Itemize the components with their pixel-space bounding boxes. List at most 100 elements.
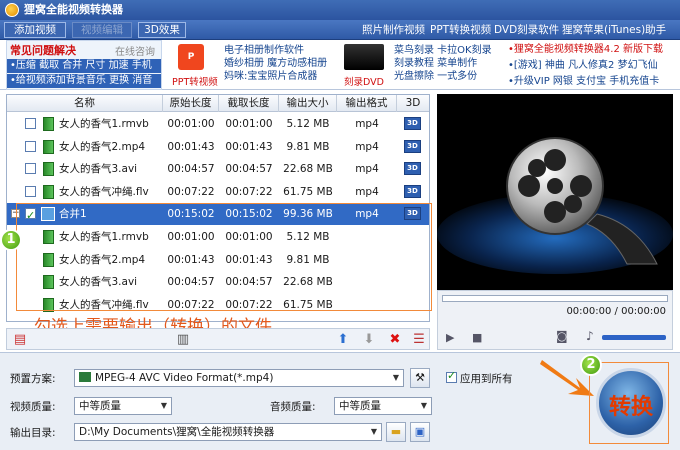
time-display: 00:00:00 / 00:00:00: [566, 306, 666, 317]
delete-icon[interactable]: ✖: [387, 332, 403, 348]
table-row[interactable]: 女人的香气冲绳.flv 00:07:22 00:07:22 61.75 MB mp4 3D: [7, 181, 429, 203]
subtitle-icon[interactable]: ▤: [12, 332, 28, 348]
row-format: mp4: [355, 185, 379, 198]
ppt-video-promo[interactable]: P PPT转视频: [172, 44, 218, 88]
audio-quality-value: 中等质量: [339, 400, 381, 412]
ad-link[interactable]: •[游戏] 神曲 凡人修真2 梦幻飞仙: [508, 58, 680, 74]
row-size: 22.68 MB: [283, 163, 333, 176]
row-cut: 00:07:22: [225, 185, 273, 198]
row-cut: 00:04:57: [225, 163, 273, 176]
row-size: 9.81 MB: [286, 140, 330, 153]
col-header-size[interactable]: 输出大小: [279, 95, 337, 112]
online-consult-link[interactable]: 在线咨询: [115, 43, 155, 58]
output-dir-select[interactable]: D:\My Documents\狸窝\全能视频转换器 ▼: [74, 423, 382, 441]
video-file-icon: [43, 139, 54, 154]
3d-toggle-icon[interactable]: 3D: [404, 184, 421, 198]
preset-select[interactable]: MPEG-4 AVC Video Format(*.mp4) ▼: [74, 369, 404, 387]
ad-link[interactable]: 电子相册制作软件: [224, 44, 327, 57]
dvd-logo-icon: [344, 44, 384, 70]
ad-link[interactable]: •狸窝全能视频转换器4.2 新版下载: [508, 42, 680, 58]
volume-slider[interactable]: [602, 335, 666, 340]
col-header-cut[interactable]: 截取长度: [219, 95, 279, 112]
link-ppt-video[interactable]: PPT转换视频: [430, 22, 491, 38]
row-name: 女人的香气1.rmvb: [59, 118, 149, 130]
browse-folder-button[interactable]: ▬: [386, 422, 406, 442]
volume-icon[interactable]: ♪: [586, 329, 594, 343]
audio-quality-label: 音频质量:: [270, 401, 316, 413]
col-header-format[interactable]: 输出格式: [337, 95, 397, 112]
ad-link[interactable]: 妈咪:宝宝照片合成器: [224, 70, 327, 83]
format-icon: [79, 372, 91, 382]
ad-link[interactable]: 婚纱相册 魔方动感相册: [224, 57, 327, 70]
app-logo-icon: [5, 3, 19, 17]
album-links: 电子相册制作软件 婚纱相册 魔方动感相册 妈咪:宝宝照片合成器: [224, 44, 327, 83]
settings-tool-button[interactable]: ⚒: [410, 368, 430, 388]
play-icon[interactable]: ▶: [446, 331, 454, 344]
film-reel-icon: [437, 94, 673, 290]
ad-link[interactable]: 刻录教程 菜单制作: [394, 57, 492, 70]
dvd-links: 菜鸟刻录 卡拉OK刻录 刻录教程 菜单制作 光盘擦除 一式多份: [394, 44, 492, 83]
convert-label: 转换: [608, 395, 653, 420]
video-edit-button[interactable]: 视频编辑: [72, 22, 132, 38]
open-folder-button[interactable]: ▣: [410, 422, 430, 442]
col-header-name[interactable]: 名称: [7, 95, 163, 112]
list-toolbar: ▤ ▥ ⬆ ⬇ ✖ ☰: [6, 328, 430, 350]
right-ad-links: •狸窝全能视频转换器4.2 新版下载 •[游戏] 神曲 凡人修真2 梦幻飞仙 •…: [508, 42, 680, 90]
faq-row[interactable]: •给视频添加背景音乐 更换 消音: [7, 74, 161, 88]
clear-list-icon[interactable]: ☰: [411, 332, 427, 348]
table-row[interactable]: 女人的香气3.avi 00:04:57 00:04:57 22.68 MB mp4 3D: [7, 158, 429, 180]
row-name: 女人的香气2.mp4: [59, 140, 146, 153]
table-row[interactable]: 女人的香气2.mp4 00:01:43 00:01:43 9.81 MB mp4 3D: [7, 136, 429, 158]
audio-track-icon[interactable]: ▥: [175, 332, 191, 348]
table-row[interactable]: 女人的香气1.rmvb 00:01:00 00:01:00 5.12 MB mp4 3D: [7, 113, 429, 135]
apply-all-checkbox[interactable]: [446, 369, 457, 383]
faq-row[interactable]: •压缩 截取 合并 尺寸 加速 手机: [7, 59, 161, 73]
row-name: 女人的香气冲绳.flv: [59, 185, 149, 198]
chevron-down-icon: ▼: [370, 427, 378, 436]
camera-icon[interactable]: ◙: [556, 329, 568, 343]
row-size: 5.12 MB: [286, 118, 330, 130]
faq-panel: 常见问题解决 在线咨询 •压缩 截取 合并 尺寸 加速 手机 •给视频添加背景音…: [6, 40, 162, 90]
row-name: 女人的香气3.avi: [59, 163, 138, 176]
move-up-icon[interactable]: ⬆: [335, 332, 351, 348]
link-photo-video[interactable]: 照片制作视频: [362, 22, 425, 38]
add-video-button[interactable]: 添加视频: [4, 22, 66, 38]
row-format: mp4: [355, 118, 379, 130]
row-cut: 00:01:43: [225, 140, 273, 153]
ad-link[interactable]: 菜鸟刻录 卡拉OK刻录: [394, 44, 492, 57]
video-quality-select[interactable]: 中等质量 ▼: [74, 397, 172, 415]
app-title: 狸窝全能视频转换器: [24, 3, 123, 16]
row-checkbox[interactable]: [25, 118, 36, 129]
col-header-3d[interactable]: 3D: [397, 95, 429, 112]
ppt-logo-icon: P: [178, 44, 204, 70]
convert-button[interactable]: 转换: [596, 368, 666, 438]
row-checkbox[interactable]: [25, 140, 36, 152]
video-file-icon: [43, 184, 54, 199]
row-cut: 00:01:00: [225, 118, 273, 130]
video-preview: [437, 94, 673, 290]
ad-link[interactable]: •升级VIP 网银 支付宝 手机充值卡: [508, 74, 680, 90]
ad-link[interactable]: 光盘擦除 一式多份: [394, 70, 492, 83]
row-checkbox[interactable]: [25, 185, 36, 197]
3d-effect-button[interactable]: 3D效果: [138, 22, 186, 38]
row-duration: 00:07:22: [167, 185, 215, 198]
3d-toggle-icon[interactable]: 3D: [404, 139, 421, 153]
3d-toggle-icon[interactable]: 3D: [404, 117, 421, 130]
move-down-icon[interactable]: ⬇: [361, 332, 377, 348]
audio-quality-select[interactable]: 中等质量 ▼: [334, 397, 432, 415]
preset-label: 预置方案:: [10, 373, 56, 385]
3d-toggle-icon[interactable]: 3D: [404, 162, 421, 176]
step-2-marker: 2: [580, 354, 602, 376]
dvd-logo-label: 刻录DVD: [344, 77, 384, 88]
row-checkbox[interactable]: [25, 163, 36, 175]
seek-bar[interactable]: [442, 295, 668, 302]
col-header-duration[interactable]: 原始长度: [163, 95, 219, 112]
stop-icon[interactable]: ■: [472, 331, 482, 344]
video-file-icon: [43, 117, 54, 131]
link-dvd-burn[interactable]: DVD刻录软件: [494, 22, 559, 38]
faq-title[interactable]: 常见问题解决: [10, 42, 76, 58]
ad-bar: 常见问题解决 在线咨询 •压缩 截取 合并 尺寸 加速 手机 •给视频添加背景音…: [0, 40, 680, 90]
dvd-burn-promo[interactable]: 刻录DVD: [342, 44, 386, 88]
chevron-down-icon: ▼: [392, 373, 400, 382]
link-itunes-helper[interactable]: 狸窝苹果(iTunes)助手: [562, 22, 666, 38]
